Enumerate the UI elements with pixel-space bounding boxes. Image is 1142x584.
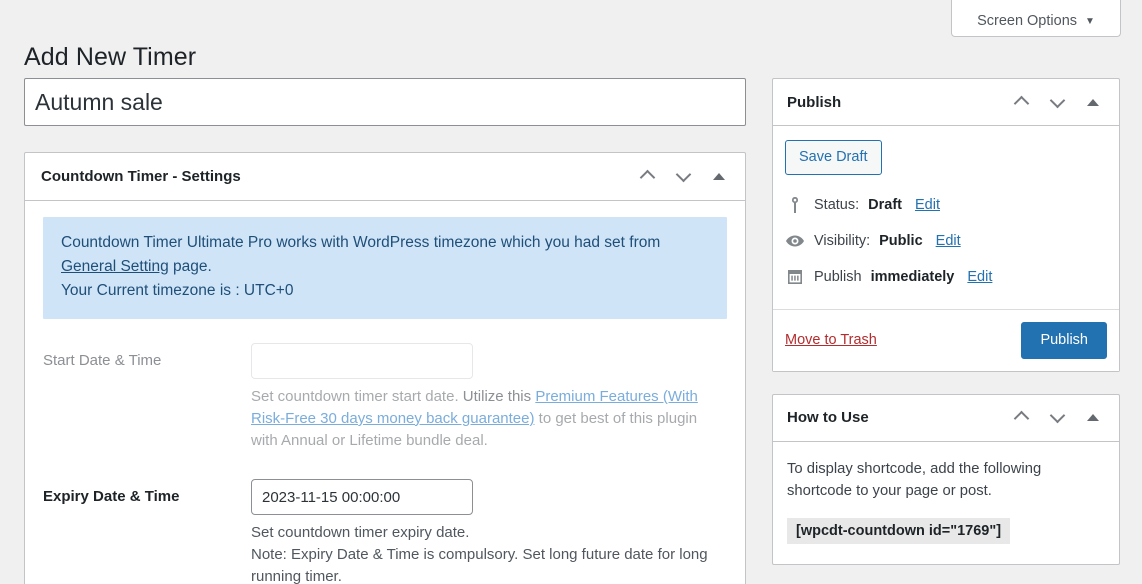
expiry-desc-line-2: Note: Expiry Date & Time is compulsory. … [251,544,727,584]
countdown-settings-header: Countdown Timer - Settings [25,153,745,201]
publish-move-down-button[interactable] [1041,84,1073,120]
publish-misc-actions: Status: Draft Edit Visibility: Public Ed… [773,187,1119,309]
triangle-up-icon [713,173,725,180]
edit-schedule-link[interactable]: Edit [967,269,992,285]
triangle-up-icon [1087,99,1099,106]
chevron-down-icon [1051,411,1064,424]
how-to-use-panel: How to Use To display shortcode, add the… [772,394,1120,565]
chevron-up-icon [1015,411,1028,424]
publish-minor-actions: Save Draft [773,126,1119,187]
timer-title-input[interactable] [24,78,746,126]
post-status-label: Status: [814,197,859,213]
main-column: Countdown Timer - Settings Countdown Tim… [24,78,746,584]
eye-icon [785,231,805,251]
howto-move-up-button[interactable] [1005,400,1037,436]
countdown-settings-heading: Countdown Timer - Settings [41,168,631,185]
publish-heading: Publish [787,94,1005,111]
schedule-value: immediately [871,269,955,285]
publish-panel-header: Publish [773,79,1119,126]
panel-handle-actions [631,159,735,195]
calendar-icon [785,267,805,287]
toggle-panel-button[interactable] [703,159,735,195]
current-timezone-text: Your Current timezone is : UTC+0 [61,279,709,303]
screen-options-button[interactable]: Screen Options ▼ [951,0,1121,37]
move-to-trash-link[interactable]: Move to Trash [785,332,877,348]
expiry-date-label: Expiry Date & Time [43,479,251,505]
post-status-pin-icon [785,195,805,215]
start-date-desc-lead: Set countdown timer start date. [251,388,463,405]
howto-move-down-button[interactable] [1041,400,1073,436]
chevron-down-icon: ▼ [1085,17,1095,27]
expiry-date-field-wrap: Set countdown timer expiry date. Note: E… [251,479,727,584]
page-title: Add New Timer [24,43,196,72]
publish-major-actions: Move to Trash Publish [773,309,1119,371]
how-to-use-text: To display shortcode, add the following … [787,458,1105,502]
start-date-input[interactable] [251,343,473,379]
settings-form: Start Date & Time Set countdown timer st… [43,343,727,584]
expiry-desc-line-1: Set countdown timer expiry date. [251,522,727,544]
publish-panel: Publish Save Draft [772,78,1120,372]
start-date-description: Set countdown timer start date. Utilize … [251,386,727,451]
chevron-up-icon [1015,96,1028,109]
how-to-use-heading: How to Use [787,409,1005,426]
save-draft-button[interactable]: Save Draft [785,140,882,175]
general-setting-link[interactable]: General Setting [61,258,169,275]
visibility-row: Visibility: Public Edit [785,223,1107,259]
expiry-date-row: Expiry Date & Time Set countdown timer e… [43,479,727,584]
schedule-row: Publish immediately Edit [785,259,1107,295]
edit-visibility-link[interactable]: Edit [936,233,961,249]
expiry-date-input[interactable] [251,479,473,515]
how-to-use-header: How to Use [773,395,1119,442]
expiry-date-description: Set countdown timer expiry date. Note: E… [251,522,727,584]
publish-button[interactable]: Publish [1021,322,1107,359]
timezone-notice: Countdown Timer Ultimate Pro works with … [43,217,727,319]
admin-page: Screen Options ▼ Add New Timer Countdown… [0,0,1142,584]
howto-toggle-button[interactable] [1077,400,1109,436]
start-date-label: Start Date & Time [43,343,251,369]
schedule-label: Publish [814,269,862,285]
chevron-up-icon [641,170,654,183]
post-status-row: Status: Draft Edit [785,187,1107,223]
visibility-value: Public [879,233,923,249]
timezone-notice-text-2: page. [169,258,212,275]
countdown-settings-body: Countdown Timer Ultimate Pro works with … [25,201,745,584]
chevron-down-icon [1051,96,1064,109]
move-up-button[interactable] [631,159,663,195]
sidebar-column: Publish Save Draft [772,78,1120,565]
post-status-value: Draft [868,197,902,213]
start-date-desc-strong: Utilize this [463,388,536,405]
shortcode-snippet[interactable]: [wpcdt-countdown id="1769"] [787,518,1010,544]
visibility-label: Visibility: [814,233,870,249]
screen-options-label: Screen Options [977,13,1077,29]
countdown-settings-panel: Countdown Timer - Settings Countdown Tim… [24,152,746,584]
publish-move-up-button[interactable] [1005,84,1037,120]
triangle-up-icon [1087,414,1099,421]
publish-toggle-button[interactable] [1077,84,1109,120]
chevron-down-icon [677,170,690,183]
move-down-button[interactable] [667,159,699,195]
publish-handle-actions [1005,84,1109,120]
how-to-use-body: To display shortcode, add the following … [773,442,1119,564]
start-date-field-wrap: Set countdown timer start date. Utilize … [251,343,727,451]
timezone-notice-text-1: Countdown Timer Ultimate Pro works with … [61,234,660,251]
howto-handle-actions [1005,400,1109,436]
edit-status-link[interactable]: Edit [915,197,940,213]
start-date-row: Start Date & Time Set countdown timer st… [43,343,727,451]
